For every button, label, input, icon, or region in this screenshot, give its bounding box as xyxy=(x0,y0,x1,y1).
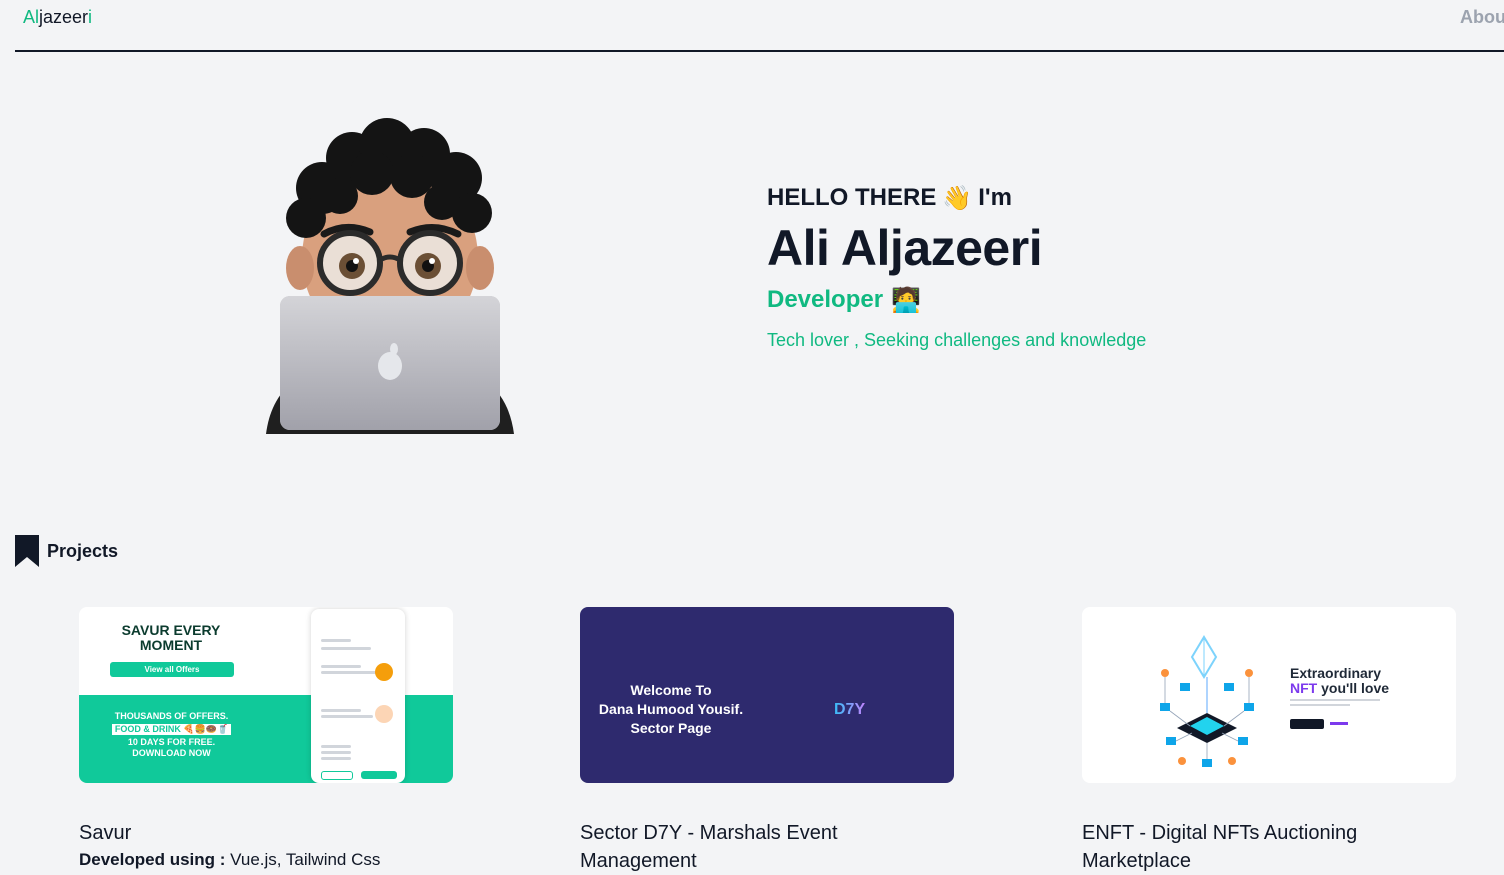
enft-heading-line1: Extraordinary xyxy=(1290,665,1382,681)
enft-subtext-2 xyxy=(1290,704,1350,706)
logo-prefix: Al xyxy=(23,7,40,27)
technologist-icon: 🧑‍💻 xyxy=(891,286,921,314)
savur-offers-button: View all Offers xyxy=(110,662,234,677)
enft-heading-highlight: NFT xyxy=(1290,680,1318,696)
nav-link-about[interactable]: About xyxy=(1460,7,1504,28)
project-card-enft[interactable]: Extraordinary NFT you'll love ENFT - Dig… xyxy=(1082,607,1456,875)
project-tech: Developed using : Vue.js, Tailwind Css xyxy=(79,847,453,873)
enft-subtext xyxy=(1290,699,1380,701)
project-thumbnail-d7y[interactable]: Welcome To Dana Humood Yousif. Sector Pa… xyxy=(580,607,954,783)
savur-promo: THOUSANDS OF OFFERS. FOOD & DRINK 🍕🍔🍩🥤 1… xyxy=(99,711,244,759)
d7y-welcome-line2: Dana Humood Yousif. xyxy=(598,701,744,717)
d7y-logo: D7Y xyxy=(834,701,866,718)
savur-promo-line3: DOWNLOAD NOW xyxy=(132,748,211,758)
projects-header: Projects xyxy=(15,535,118,567)
greeting-text: HELLO THERE xyxy=(767,184,937,211)
project-title[interactable]: Savur xyxy=(79,819,453,847)
savur-phone-mockup xyxy=(311,609,405,783)
hero-tagline: Tech lover , Seeking challenges and know… xyxy=(767,330,1147,350)
enft-create-link xyxy=(1330,722,1348,725)
projects-title: Projects xyxy=(47,540,119,561)
hero-greeting: HELLO THERE 👋 I'm xyxy=(767,182,1146,214)
savur-promo-line2: 10 DAYS FOR FREE. xyxy=(127,737,216,747)
savur-heading: SAVUR EVERY MOMENT xyxy=(121,622,221,653)
project-title[interactable]: Sector D7Y - Marshals Event Management xyxy=(580,819,954,875)
hero-role: Developer 🧑‍💻 xyxy=(767,284,1146,316)
project-title[interactable]: ENFT - Digital NFTs Auctioning Marketpla… xyxy=(1082,819,1456,875)
d7y-welcome-text: Welcome To Dana Humood Yousif. Sector Pa… xyxy=(580,681,762,738)
hero-section: HELLO THERE 👋 I'm Ali Aljazeeri Develope… xyxy=(767,182,1146,351)
savur-promo-pill: FOOD & DRINK 🍕🍔🍩🥤 xyxy=(111,724,232,735)
nft-isometric-illustration xyxy=(1160,635,1254,767)
d7y-welcome-line3: Sector Page xyxy=(630,720,712,736)
enft-explore-button xyxy=(1290,719,1324,729)
project-thumbnail-enft[interactable]: Extraordinary NFT you'll love xyxy=(1082,607,1456,783)
project-card-savur[interactable]: SAVUR EVERY MOMENT View all Offers THOUS… xyxy=(79,607,453,873)
project-card-d7y[interactable]: Welcome To Dana Humood Yousif. Sector Pa… xyxy=(580,607,954,875)
logo-middle: jazeer xyxy=(39,7,89,27)
memoji-avatar-image xyxy=(266,118,514,434)
enft-heading: Extraordinary NFT you'll love xyxy=(1290,666,1389,696)
greeting-suffix: I'm xyxy=(978,184,1012,211)
project-tech-value: Vue.js, Tailwind Css xyxy=(230,850,381,869)
site-logo[interactable]: Aljazeeri xyxy=(23,7,92,28)
top-nav: Aljazeeri About xyxy=(15,0,1504,52)
enft-heading-line2: you'll love xyxy=(1321,680,1390,696)
waving-hand-icon: 👋 xyxy=(942,184,973,212)
logo-suffix: i xyxy=(88,7,93,27)
savur-promo-line1: THOUSANDS OF OFFERS. xyxy=(114,711,229,721)
bookmark-icon xyxy=(15,535,39,567)
d7y-welcome-line1: Welcome To xyxy=(630,682,712,698)
project-thumbnail-savur[interactable]: SAVUR EVERY MOMENT View all Offers THOUS… xyxy=(79,607,453,783)
role-text: Developer xyxy=(767,286,884,313)
hero-name: Ali Aljazeeri xyxy=(767,220,1043,276)
project-tech-label: Developed using : xyxy=(79,850,226,869)
